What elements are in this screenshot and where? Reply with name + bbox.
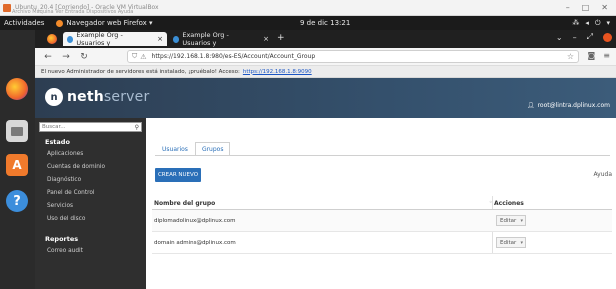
search-placeholder: Buscar... — [42, 124, 66, 130]
notice-text: El nuevo Administrador de servidores est… — [41, 68, 240, 75]
dock-software-icon[interactable]: A — [6, 154, 28, 176]
app-menu[interactable]: Navegador web Firefox ▾ — [56, 19, 153, 27]
system-tray[interactable]: ⁂ ◂ ⏻ ▾ — [572, 19, 610, 28]
logo-text-light: server — [103, 89, 150, 105]
user-icon: 👤︎ — [526, 102, 535, 109]
url-bar[interactable]: ⛉ ⚠ https://192.168.1.8:980/es-ES/Accoun… — [127, 50, 579, 63]
nethserver-header: n nethserver 👤︎ root@lintra.dplinux.com — [35, 78, 616, 118]
pocket-icon[interactable]: ◙ — [588, 51, 596, 60]
notice-link[interactable]: https://192.168.1.8:9090 — [243, 69, 312, 75]
nethserver-logo[interactable]: n nethserver — [45, 88, 149, 106]
sidebar-item-cuentas[interactable]: Cuentas de dominio — [47, 164, 105, 170]
header-group-name[interactable]: Nombre del grupo — [154, 200, 215, 207]
sidebar-item-diagnostico[interactable]: Diagnóstico — [47, 177, 81, 183]
sidebar-section-reportes[interactable]: Reportes — [45, 235, 78, 243]
firefox-nav-bar: ← → ↻ ⛉ ⚠ https://192.168.1.8:980/es-ES/… — [35, 48, 616, 66]
close-icon[interactable] — [603, 32, 612, 42]
main-content: Usuarios Grupos CREAR NUEVO Ayuda Nombre… — [146, 118, 616, 289]
shield-icon[interactable]: ⛉ — [132, 52, 137, 61]
create-new-button[interactable]: CREAR NUEVO — [155, 168, 201, 182]
minimize-icon[interactable]: – — [566, 3, 570, 12]
edit-button[interactable]: Editar ▾ — [496, 215, 526, 226]
hamburger-menu-icon[interactable]: ≡ — [603, 51, 610, 60]
firefox-icon — [56, 19, 64, 27]
sidebar-section-estado[interactable]: Estado — [45, 138, 70, 146]
dock-files-icon[interactable] — [6, 120, 28, 142]
clock[interactable]: 9 de dic 13:21 — [300, 19, 350, 27]
tab-close-icon[interactable]: × — [263, 35, 269, 43]
forward-icon[interactable]: → — [61, 52, 71, 62]
close-icon[interactable]: ✕ — [601, 3, 608, 12]
gnome-top-bar: Actividades Navegador web Firefox ▾ 9 de… — [0, 16, 616, 30]
activities-button[interactable]: Actividades — [4, 19, 44, 27]
tab-close-icon[interactable]: × — [157, 35, 163, 43]
tab-usuarios[interactable]: Usuarios — [155, 142, 195, 156]
bookmark-star-icon[interactable]: ☆ — [567, 52, 574, 61]
group-name: diplomadolinux@dplinux.com — [154, 218, 236, 224]
dock-help-icon[interactable]: ? — [6, 190, 28, 212]
tab-favicon-icon — [173, 35, 180, 43]
edit-label: Editar — [500, 217, 517, 224]
vm-window-controls: – □ ✕ — [566, 3, 608, 12]
table-header: Nombre del grupo ◦ Acciones — [152, 196, 612, 210]
sidebar-item-panel[interactable]: Panel de Control — [47, 190, 95, 196]
firefox-tab-bar: Example Org - Usuarios y × Example Org -… — [35, 30, 616, 48]
chevron-down-icon[interactable]: ▾ — [520, 240, 523, 246]
chevron-down-icon: ▾ — [606, 18, 610, 27]
tab-divider — [155, 155, 610, 156]
firefox-view-icon[interactable] — [47, 34, 57, 44]
table-row: domain admins@dplinux.com Editar ▾ — [152, 232, 612, 254]
screen: Ubuntu_20.4 [Corriendo] - Oracle VM Virt… — [0, 0, 616, 289]
minimize-icon[interactable]: – — [573, 33, 577, 42]
sidebar-item-aplicaciones[interactable]: Aplicaciones — [47, 151, 83, 157]
tab-strip: Usuarios Grupos — [155, 142, 231, 156]
maximize-icon[interactable]: □ — [582, 3, 590, 12]
lock-warning-icon[interactable]: ⚠ — [140, 53, 146, 61]
new-tab-icon[interactable]: + — [277, 33, 285, 43]
search-icon[interactable]: ⚲ — [135, 124, 139, 131]
edit-label: Editar — [500, 239, 517, 246]
maximize-icon[interactable]: ⤢ — [587, 32, 593, 42]
sidebar-item-servicios[interactable]: Servicios — [47, 203, 73, 209]
edit-button[interactable]: Editar ▾ — [496, 237, 526, 248]
groups-table: Nombre del grupo ◦ Acciones diplomadolin… — [152, 196, 612, 254]
sidebar-item-correo[interactable]: Correo audit — [47, 248, 83, 254]
app-menu-label: Navegador web Firefox ▾ — [66, 19, 153, 27]
vm-menu-bar[interactable]: Archivo Máquina Ver Entrada Dispositivos… — [12, 9, 133, 15]
back-icon[interactable]: ← — [43, 52, 53, 62]
chevron-down-icon[interactable]: ▾ — [520, 218, 523, 224]
sidebar-search-input[interactable]: Buscar... ⚲ — [39, 122, 142, 132]
virtualbox-icon — [3, 3, 11, 12]
dock-firefox-icon[interactable] — [6, 78, 28, 100]
tab-grupos[interactable]: Grupos — [194, 142, 231, 156]
volume-icon: ◂ — [585, 18, 589, 27]
user-name: root@lintra.dplinux.com — [537, 102, 610, 109]
help-link[interactable]: Ayuda — [593, 171, 612, 178]
url-text[interactable]: https://192.168.1.8:980/es-ES/Account/Ac… — [152, 53, 316, 60]
nethserver-logo-icon: n — [45, 88, 63, 106]
table-row: diplomadolinux@dplinux.com Editar ▾ — [152, 210, 612, 232]
toolbar-right: ◙ ≡ — [588, 51, 610, 60]
vm-title-bar: Ubuntu_20.4 [Corriendo] - Oracle VM Virt… — [0, 0, 616, 16]
user-menu[interactable]: 👤︎ root@lintra.dplinux.com — [527, 102, 610, 109]
tab-list-icon[interactable]: ⌄ — [556, 33, 563, 42]
tab-favicon-icon — [67, 35, 74, 43]
tab-label: Example Org - Usuarios y — [76, 31, 123, 47]
reload-icon[interactable]: ↻ — [79, 52, 89, 62]
header-actions: Acciones — [494, 200, 524, 207]
dock: A ? — [0, 30, 35, 289]
group-name: domain admins@dplinux.com — [154, 240, 236, 246]
power-icon: ⏻ — [594, 18, 601, 27]
firefox-window-controls: ⌄ – ⤢ — [556, 32, 612, 42]
browser-tab-active[interactable]: Example Org - Usuarios y × — [63, 31, 167, 47]
browser-tab[interactable]: Example Org - Usuarios y × — [169, 31, 273, 47]
network-icon: ⁂ — [572, 18, 580, 27]
sidebar-item-uso-disco[interactable]: Uso del disco — [47, 216, 85, 222]
logo-text: nethserver — [67, 89, 149, 105]
sidebar: Buscar... ⚲ Estado Aplicaciones Cuentas … — [35, 118, 146, 289]
sort-icon[interactable]: ◦ — [489, 199, 493, 206]
logo-text-bold: neth — [67, 89, 104, 105]
tab-label: Example Org - Usuarios y — [182, 31, 229, 47]
notice-bar: El nuevo Administrador de servidores est… — [35, 66, 616, 78]
